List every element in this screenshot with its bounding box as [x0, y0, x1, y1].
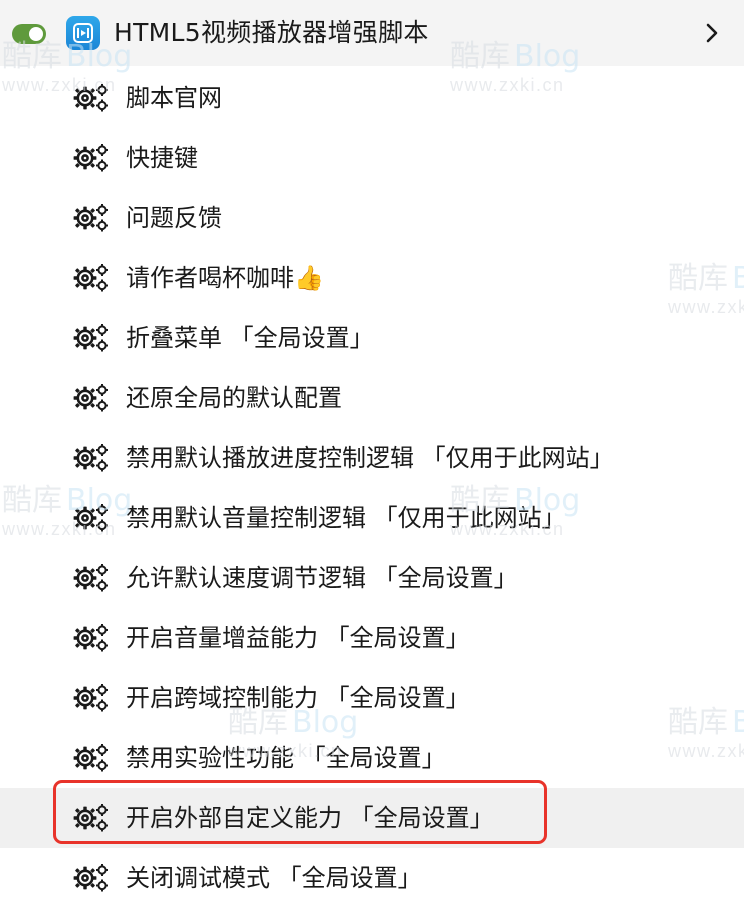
menu-item-label: 允许默认速度调节逻辑 「全局设置」 [126, 564, 518, 592]
gear-icon [72, 142, 110, 174]
menu-item[interactable]: 禁用默认音量控制逻辑 「仅用于此网站」 [0, 488, 744, 548]
gear-icon [72, 442, 110, 474]
menu-item[interactable]: 问题反馈 [0, 188, 744, 248]
menu-item-label: 禁用默认播放进度控制逻辑 「仅用于此网站」 [126, 444, 614, 472]
menu-item[interactable]: 关闭调试模式 「全局设置」 [0, 848, 744, 902]
menu-item-label: 关闭调试模式 「全局设置」 [126, 864, 422, 892]
chevron-right-icon[interactable] [700, 21, 724, 45]
menu-item[interactable]: 还原全局的默认配置 [0, 368, 744, 428]
menu-item[interactable]: 开启外部自定义能力 「全局设置」 [0, 788, 744, 848]
menu-item[interactable]: 脚本官网 [0, 68, 744, 128]
menu-item-label: 问题反馈 [126, 204, 222, 232]
gear-icon [72, 802, 110, 834]
menu-item[interactable]: 请作者喝杯咖啡👍 [0, 248, 744, 308]
gear-icon [72, 502, 110, 534]
script-header: HTML5视频播放器增强脚本 [0, 0, 744, 66]
video-player-icon [66, 16, 100, 50]
menu-item[interactable]: 开启音量增益能力 「全局设置」 [0, 608, 744, 668]
menu-item[interactable]: 允许默认速度调节逻辑 「全局设置」 [0, 548, 744, 608]
gear-icon [72, 742, 110, 774]
menu-item[interactable]: 快捷键 [0, 128, 744, 188]
gear-icon [72, 262, 110, 294]
script-title: HTML5视频播放器增强脚本 [114, 18, 429, 47]
gear-icon [72, 682, 110, 714]
gear-icon [72, 322, 110, 354]
menu-item-label: 开启音量增益能力 「全局设置」 [126, 624, 470, 652]
gear-icon [72, 622, 110, 654]
gear-icon [72, 82, 110, 114]
menu-item[interactable]: 禁用实验性功能 「全局设置」 [0, 728, 744, 788]
toggle-knob [29, 27, 43, 41]
menu-item-label: 折叠菜单 「全局设置」 [126, 324, 374, 352]
menu-item-label: 还原全局的默认配置 [126, 384, 342, 412]
gear-icon [72, 562, 110, 594]
gear-icon [72, 862, 110, 894]
gear-icon [72, 202, 110, 234]
menu-item-label: 请作者喝杯咖啡👍 [126, 264, 324, 292]
menu-item-label: 开启外部自定义能力 「全局设置」 [126, 804, 494, 832]
menu-item[interactable]: 禁用默认播放进度控制逻辑 「仅用于此网站」 [0, 428, 744, 488]
userscript-menu-panel: HTML5视频播放器增强脚本 脚本官网 快捷键 问题反馈 请作者喝杯咖啡👍 折叠… [0, 0, 744, 902]
menu-item[interactable]: 开启跨域控制能力 「全局设置」 [0, 668, 744, 728]
menu-item-label: 脚本官网 [126, 84, 222, 112]
menu-item-label: 快捷键 [126, 144, 198, 172]
script-enable-toggle[interactable] [12, 24, 46, 44]
menu-item-label: 禁用默认音量控制逻辑 「仅用于此网站」 [126, 504, 566, 532]
gear-icon [72, 382, 110, 414]
menu-item[interactable]: 折叠菜单 「全局设置」 [0, 308, 744, 368]
menu-item-label: 开启跨域控制能力 「全局设置」 [126, 684, 470, 712]
script-command-menu: 脚本官网 快捷键 问题反馈 请作者喝杯咖啡👍 折叠菜单 「全局设置」 还原全局的… [0, 68, 744, 902]
menu-item-label: 禁用实验性功能 「全局设置」 [126, 744, 446, 772]
